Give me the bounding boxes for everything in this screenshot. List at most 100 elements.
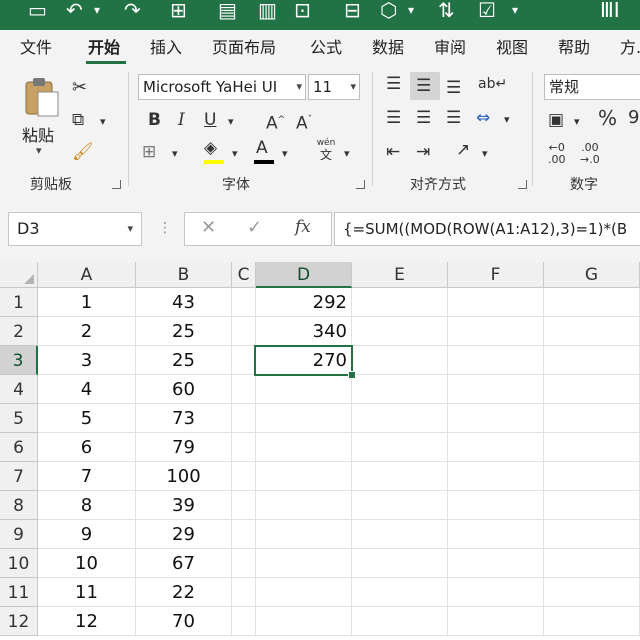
cell-e8[interactable] bbox=[352, 491, 448, 520]
font-name-dropdown-icon[interactable]: ▾ bbox=[294, 75, 302, 99]
cell-e3[interactable] bbox=[352, 346, 448, 375]
clipboard-launcher-icon[interactable] bbox=[112, 180, 121, 189]
row-header-5[interactable]: 5 bbox=[0, 404, 38, 433]
align-right-icon[interactable]: ☰ bbox=[446, 108, 461, 128]
cell-d2[interactable]: 340 bbox=[256, 317, 352, 346]
tab-formulas[interactable]: 公式 bbox=[310, 38, 342, 58]
cell-f2[interactable] bbox=[448, 317, 544, 346]
increase-decimal-icon[interactable]: ←0.00 bbox=[548, 142, 566, 166]
cell-b10[interactable]: 67 bbox=[136, 549, 232, 578]
column-header-e[interactable]: E bbox=[352, 262, 448, 288]
cell-f3[interactable] bbox=[448, 346, 544, 375]
font-color-dropdown-icon[interactable]: ▾ bbox=[282, 144, 288, 164]
cell-d8[interactable] bbox=[256, 491, 352, 520]
percent-icon[interactable]: % bbox=[598, 108, 617, 128]
cell-b11[interactable]: 22 bbox=[136, 578, 232, 607]
bottom-align-icon[interactable]: ☰ bbox=[446, 78, 461, 98]
font-launcher-icon[interactable] bbox=[356, 180, 365, 189]
align-left-icon[interactable]: ☰ bbox=[386, 108, 401, 128]
column-header-d[interactable]: D bbox=[256, 262, 352, 288]
column-header-g[interactable]: G bbox=[544, 262, 640, 288]
italic-icon[interactable]: I bbox=[178, 110, 185, 130]
phonetic-guide-icon[interactable]: wén 文 bbox=[314, 138, 338, 162]
cell-a7[interactable]: 7 bbox=[38, 462, 136, 491]
cell-g5[interactable] bbox=[544, 404, 640, 433]
decrease-font-icon[interactable]: Aˇ bbox=[296, 110, 312, 134]
borders-icon[interactable]: ⊞ bbox=[170, 0, 187, 22]
cell-a11[interactable]: 11 bbox=[38, 578, 136, 607]
cell-g3[interactable] bbox=[544, 346, 640, 375]
cell-g7[interactable] bbox=[544, 462, 640, 491]
tab-help[interactable]: 帮助 bbox=[558, 38, 590, 58]
cell-b5[interactable]: 73 bbox=[136, 404, 232, 433]
shapes-icon[interactable]: ⬡ bbox=[380, 0, 397, 22]
cell-a12[interactable]: 12 bbox=[38, 607, 136, 636]
cell-d1[interactable]: 292 bbox=[256, 288, 352, 317]
comma-style-icon[interactable]: 9 bbox=[628, 108, 639, 128]
wrap-text-icon[interactable]: ab↵ bbox=[478, 74, 507, 94]
sort-icon[interactable]: ⇅ bbox=[438, 0, 455, 22]
font-size-combo[interactable]: 11 ▾ bbox=[308, 74, 360, 100]
cell-e5[interactable] bbox=[352, 404, 448, 433]
checkbox-icon[interactable]: ☑ bbox=[478, 0, 496, 22]
row-header-9[interactable]: 9 bbox=[0, 520, 38, 549]
row-header-8[interactable]: 8 bbox=[0, 491, 38, 520]
row-header-2[interactable]: 2 bbox=[0, 317, 38, 346]
cell-f6[interactable] bbox=[448, 433, 544, 462]
merge-dropdown-icon[interactable]: ▾ bbox=[504, 110, 510, 130]
cell-a8[interactable]: 8 bbox=[38, 491, 136, 520]
cell-g11[interactable] bbox=[544, 578, 640, 607]
cell-b7[interactable]: 100 bbox=[136, 462, 232, 491]
tab-page-layout[interactable]: 页面布局 bbox=[212, 38, 276, 58]
cell-c2[interactable] bbox=[232, 317, 256, 346]
redo-icon[interactable]: ↷ bbox=[124, 0, 141, 22]
decrease-decimal-icon[interactable]: .00 →.0 bbox=[580, 142, 600, 166]
column-header-f[interactable]: F bbox=[448, 262, 544, 288]
cell-g12[interactable] bbox=[544, 607, 640, 636]
cell-b9[interactable]: 29 bbox=[136, 520, 232, 549]
tab-data[interactable]: 数据 bbox=[372, 38, 404, 58]
cell-c10[interactable] bbox=[232, 549, 256, 578]
cell-d6[interactable] bbox=[256, 433, 352, 462]
cell-a10[interactable]: 10 bbox=[38, 549, 136, 578]
phonetic-dropdown-icon[interactable]: ▾ bbox=[344, 144, 350, 164]
customize-qat-icon[interactable]: ▾ bbox=[512, 0, 518, 22]
accounting-dropdown-icon[interactable]: ▾ bbox=[574, 112, 580, 132]
row-header-1[interactable]: 1 bbox=[0, 288, 38, 317]
cell-e9[interactable] bbox=[352, 520, 448, 549]
undo-dropdown-icon[interactable]: ▾ bbox=[94, 0, 100, 22]
borders-dropdown-icon[interactable]: ▾ bbox=[172, 144, 178, 164]
cell-e10[interactable] bbox=[352, 549, 448, 578]
row-header-6[interactable]: 6 bbox=[0, 433, 38, 462]
underline-dropdown-icon[interactable]: ▾ bbox=[228, 112, 234, 132]
name-box[interactable]: D3 ▾ bbox=[8, 212, 142, 246]
cell-c3[interactable] bbox=[232, 346, 256, 375]
cell-c5[interactable] bbox=[232, 404, 256, 433]
tab-view[interactable]: 视图 bbox=[496, 38, 528, 58]
format-painter-icon[interactable]: 🖌 bbox=[72, 142, 94, 162]
number-format-combo[interactable]: 常规 bbox=[544, 74, 640, 100]
bold-icon[interactable]: B bbox=[148, 110, 161, 130]
alignment-launcher-icon[interactable] bbox=[518, 180, 527, 189]
tab-home[interactable]: 开始 bbox=[88, 38, 120, 58]
font-name-combo[interactable]: Microsoft YaHei UI ▾ bbox=[138, 74, 306, 100]
tab-insert[interactable]: 插入 bbox=[150, 38, 182, 58]
row-header-12[interactable]: 12 bbox=[0, 607, 38, 636]
increase-indent-icon[interactable]: ⇥ bbox=[416, 142, 430, 162]
orientation-dropdown-icon[interactable]: ▾ bbox=[482, 144, 488, 164]
cell-d9[interactable] bbox=[256, 520, 352, 549]
copy-icon[interactable]: ⧉ bbox=[72, 110, 84, 130]
tab-more[interactable]: 方... bbox=[620, 38, 640, 58]
cell-f9[interactable] bbox=[448, 520, 544, 549]
shapes-dropdown-icon[interactable]: ▾ bbox=[408, 0, 414, 22]
chart-icon[interactable]: ▥ bbox=[258, 0, 277, 22]
cell-f12[interactable] bbox=[448, 607, 544, 636]
cell-c1[interactable] bbox=[232, 288, 256, 317]
cell-c8[interactable] bbox=[232, 491, 256, 520]
row-header-11[interactable]: 11 bbox=[0, 578, 38, 607]
cell-e2[interactable] bbox=[352, 317, 448, 346]
cell-g10[interactable] bbox=[544, 549, 640, 578]
decrease-indent-icon[interactable]: ⇤ bbox=[386, 142, 400, 162]
cut-icon[interactable]: ✂ bbox=[72, 78, 87, 98]
merge-center-icon[interactable]: ⇔ bbox=[476, 108, 490, 128]
